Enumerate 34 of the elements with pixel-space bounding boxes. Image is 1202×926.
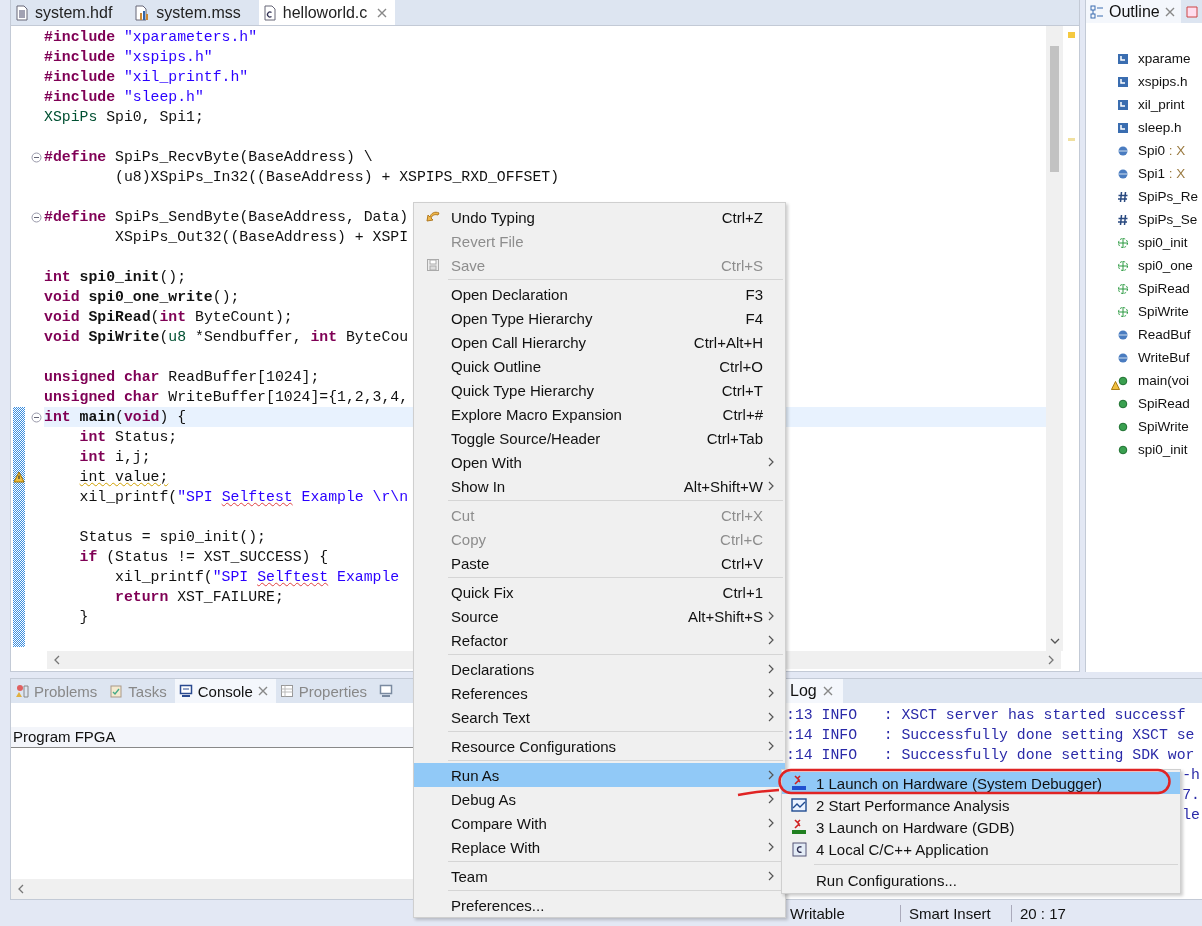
code-line: int i,j; [78,449,151,465]
code-line: #define SpiPs_SendByte(BaseAddress, Data) [44,209,409,225]
code-line: int value; [78,469,169,485]
status-field: 20 : 17 [1020,904,1076,922]
code-line: int main(void) { [44,409,187,425]
log-line: le [1182,806,1200,825]
log-line: :14 INFO : Successfully done setting SDK wor [786,746,1195,765]
code-line: unsigned char ReadBuffer[1024]; [44,369,320,385]
code-line: XSpiPs Spi0, Spi1; [44,109,204,125]
code-line: #include "xparameters.h" [44,29,258,45]
code-line: xil_printf("SPI Selftest Example [114,569,400,585]
code-line: void spi0_one_write(); [44,289,240,305]
log-line: :13 INFO : XSCT server has started successf [786,706,1186,725]
code-line: xil_printf("SPI Selftest Example \r\n [78,489,409,505]
code-line: void SpiWrite(u8 *Sendbuffer, int ByteCou [44,329,409,345]
code-line: XSpiPs_Out32((BaseAddress) + XSPI [114,229,409,245]
code-line: #include "xspips.h" [44,49,213,65]
code-line: int spi0_init(); [44,269,187,285]
code-line: int Status; [78,429,178,445]
log-line: -h [1182,766,1200,785]
code-line: #define SpiPs_RecvByte(BaseAddress) \ [44,149,373,165]
code-line: #include "xil_printf.h" [44,69,249,85]
code-line: Status = spi0_init(); [78,529,266,545]
log-line: 7. [1182,786,1200,805]
code-line: #include "sleep.h" [44,89,204,105]
code-line: unsigned char WriteBuffer[1024]={1,2,3,4, [44,389,409,405]
code-line: } [78,609,89,625]
status-field: Smart Insert [909,904,1012,922]
status-field: Writable [790,904,901,922]
log-line: :14 INFO : Successfully done setting XSCT se [786,726,1195,745]
code-line: if (Status != XST_SUCCESS) { [78,549,329,565]
code-line: void SpiRead(int ByteCount); [44,309,293,325]
code-line: return XST_FAILURE; [114,589,284,605]
code-line: (u8)XSpiPs_In32((BaseAddress) + XSPIPS_RXD_OFFSET) [114,169,560,185]
